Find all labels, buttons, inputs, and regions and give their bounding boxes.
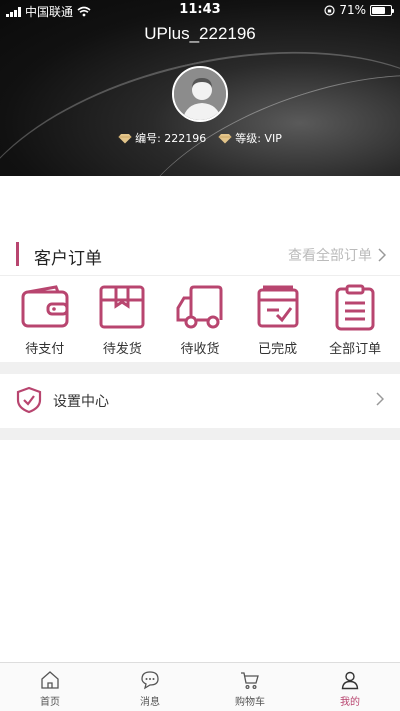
order-item-label: 全部订单 (329, 342, 382, 357)
tab-home[interactable]: 首页 (0, 663, 100, 711)
tab-messages[interactable]: 消息 (100, 663, 200, 711)
order-all[interactable]: 全部订单 (319, 284, 391, 360)
order-item-label: 待支付 (25, 342, 65, 357)
order-status-grid: 待支付 待发货 待收货 已完成 全部订单 (0, 284, 400, 360)
member-level: 等级: VIP (235, 132, 282, 145)
order-item-label: 已完成 (258, 342, 298, 357)
order-item-label: 待收货 (180, 342, 220, 357)
order-pending-receipt[interactable]: 待收货 (164, 284, 236, 360)
view-all-orders-label: 查看全部订单 (288, 248, 372, 264)
member-number: 编号: 222196 (135, 132, 207, 145)
chevron-right-icon (378, 248, 386, 262)
bottom-tab-bar: 首页 消息 购物车 我的 (0, 662, 400, 711)
home-icon (41, 671, 59, 689)
user-icon (341, 671, 359, 690)
settings-label: 设置中心 (53, 394, 109, 410)
profile-header: 中国联通 11:43 71% UPlus_222196 编号: 222196 等… (0, 0, 400, 176)
chevron-right-icon (376, 392, 384, 406)
diamond-icon (118, 133, 132, 143)
completed-icon (257, 285, 299, 328)
settings-row[interactable]: 设置中心 (0, 374, 400, 426)
order-pending-payment[interactable]: 待支付 (9, 284, 81, 360)
diamond-icon (218, 133, 232, 143)
orders-title: 客户订单 (34, 249, 102, 269)
order-item-label: 待发货 (102, 342, 142, 357)
battery-percent: 71% (339, 3, 366, 17)
box-icon (99, 285, 145, 329)
tab-label: 消息 (140, 697, 160, 708)
truck-icon (176, 285, 223, 329)
order-pending-shipment[interactable]: 待发货 (86, 284, 158, 360)
tab-profile[interactable]: 我的 (300, 663, 400, 711)
avatar[interactable] (172, 66, 228, 122)
clipboard-icon (335, 284, 375, 331)
order-completed[interactable]: 已完成 (242, 284, 314, 360)
username: UPlus_222196 (144, 24, 256, 43)
view-all-orders-link[interactable]: 查看全部订单 (288, 245, 386, 265)
tab-label: 首页 (40, 697, 60, 708)
wallet-icon (21, 285, 69, 328)
orders-section-header: 客户订单 查看全部订单 (0, 236, 400, 276)
cart-icon (241, 672, 259, 690)
status-bar: 中国联通 11:43 71% (0, 0, 400, 20)
battery-icon (370, 4, 394, 16)
orientation-lock-icon (324, 4, 335, 16)
tab-label: 购物车 (235, 697, 265, 708)
section-divider (0, 428, 400, 440)
message-icon (141, 671, 159, 690)
tab-label: 我的 (340, 697, 360, 708)
section-divider (0, 362, 400, 374)
tab-cart[interactable]: 购物车 (200, 663, 300, 711)
shield-icon (16, 386, 42, 414)
section-accent-bar (16, 242, 19, 266)
